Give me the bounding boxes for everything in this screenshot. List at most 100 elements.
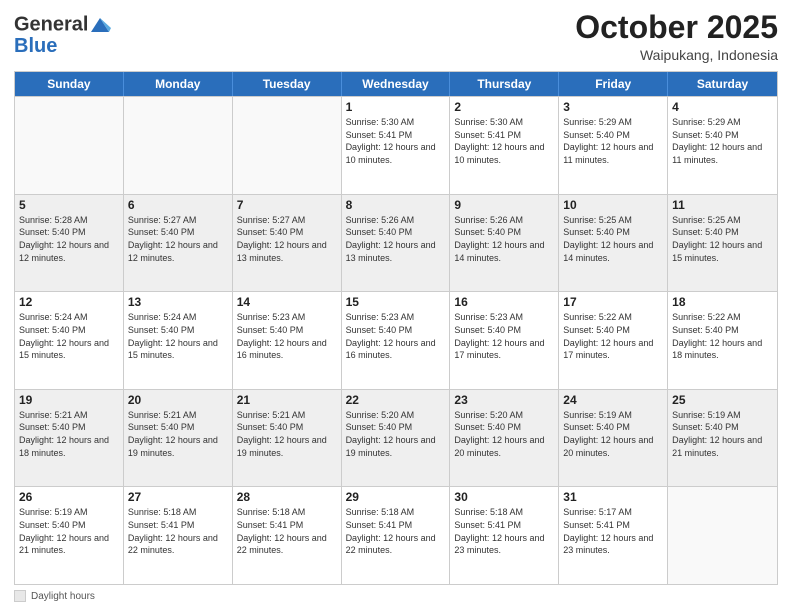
cell-info: Sunrise: 5:24 AM Sunset: 5:40 PM Dayligh… [128, 311, 228, 361]
header-thursday: Thursday [450, 72, 559, 96]
calendar-cell: 27Sunrise: 5:18 AM Sunset: 5:41 PM Dayli… [124, 487, 233, 584]
calendar-cell: 23Sunrise: 5:20 AM Sunset: 5:40 PM Dayli… [450, 390, 559, 487]
calendar-cell: 3 Sunrise: 5:29 AM Sunset: 5:40 PM Daylig… [559, 97, 668, 194]
calendar-header: Sunday Monday Tuesday Wednesday Thursday… [15, 72, 777, 96]
day-number: 23 [454, 393, 554, 407]
calendar-cell [233, 97, 342, 194]
cell-info: Sunrise: 5:29 AM Sunset: 5:40 PM Dayligh… [563, 116, 663, 166]
cell-info: Sunrise: 5:23 AM Sunset: 5:40 PM Dayligh… [454, 311, 554, 361]
cell-info: Sunrise: 5:19 AM Sunset: 5:40 PM Dayligh… [19, 506, 119, 556]
title-block: October 2025 Waipukang, Indonesia [575, 10, 778, 63]
day-number: 7 [237, 198, 337, 212]
cell-info: Sunrise: 5:26 AM Sunset: 5:40 PM Dayligh… [454, 214, 554, 264]
page: General Blue October 2025 Waipukang, Ind… [0, 0, 792, 612]
header-tuesday: Tuesday [233, 72, 342, 96]
month-title: October 2025 [575, 10, 778, 45]
calendar-cell: 22 Sunrise: 5:20 AM Sunset: 5:40 PM Dayli… [342, 390, 451, 487]
day-number: 5 [19, 198, 119, 212]
location: Waipukang, Indonesia [575, 47, 778, 63]
calendar-cell: 14 Sunrise: 5:23 AM Sunset: 5:40 PM Dayli… [233, 292, 342, 389]
cell-info: Sunrise: 5:21 AM Sunset: 5:40 PM Dayligh… [128, 409, 228, 459]
calendar: Sunday Monday Tuesday Wednesday Thursday… [14, 71, 778, 585]
day-number: 10 [563, 198, 663, 212]
calendar-cell: 4 Sunrise: 5:29 AM Sunset: 5:40 PM Daylig… [668, 97, 777, 194]
cell-info: Sunrise: 5:17 AM Sunset: 5:41 PM Dayligh… [563, 506, 663, 556]
calendar-cell: 21Sunrise: 5:21 AM Sunset: 5:40 PM Dayli… [233, 390, 342, 487]
day-number: 9 [454, 198, 554, 212]
cell-info: Sunrise: 5:30 AM Sunset: 5:41 PM Dayligh… [346, 116, 446, 166]
cell-info: Sunrise: 5:29 AM Sunset: 5:40 PM Dayligh… [672, 116, 773, 166]
logo: General Blue [14, 14, 112, 57]
day-number: 19 [19, 393, 119, 407]
day-number: 8 [346, 198, 446, 212]
header-monday: Monday [124, 72, 233, 96]
day-number: 20 [128, 393, 228, 407]
day-number: 11 [672, 198, 773, 212]
day-number: 2 [454, 100, 554, 114]
daylight-legend-dot [14, 590, 26, 602]
day-number: 16 [454, 295, 554, 309]
cell-info: Sunrise: 5:22 AM Sunset: 5:40 PM Dayligh… [672, 311, 773, 361]
calendar-cell: 29Sunrise: 5:18 AM Sunset: 5:41 PM Dayli… [342, 487, 451, 584]
day-number: 17 [563, 295, 663, 309]
calendar-row-3: 12Sunrise: 5:24 AM Sunset: 5:40 PM Dayli… [15, 291, 777, 389]
cell-info: Sunrise: 5:26 AM Sunset: 5:40 PM Dayligh… [346, 214, 446, 264]
calendar-cell: 12Sunrise: 5:24 AM Sunset: 5:40 PM Dayli… [15, 292, 124, 389]
calendar-cell: 15Sunrise: 5:23 AM Sunset: 5:40 PM Dayli… [342, 292, 451, 389]
calendar-cell: 26 Sunrise: 5:19 AM Sunset: 5:40 PM Dayli… [15, 487, 124, 584]
calendar-cell: 19Sunrise: 5:21 AM Sunset: 5:40 PM Dayli… [15, 390, 124, 487]
logo-icon [89, 14, 111, 36]
calendar-cell: 2 Sunrise: 5:30 AM Sunset: 5:41 PM Daylig… [450, 97, 559, 194]
day-number: 31 [563, 490, 663, 504]
cell-info: Sunrise: 5:24 AM Sunset: 5:40 PM Dayligh… [19, 311, 119, 361]
day-number: 28 [237, 490, 337, 504]
calendar-cell [124, 97, 233, 194]
calendar-cell: 11 Sunrise: 5:25 AM Sunset: 5:40 PM Dayli… [668, 195, 777, 292]
cell-info: Sunrise: 5:20 AM Sunset: 5:40 PM Dayligh… [346, 409, 446, 459]
day-number: 18 [672, 295, 773, 309]
day-number: 30 [454, 490, 554, 504]
cell-info: Sunrise: 5:18 AM Sunset: 5:41 PM Dayligh… [237, 506, 337, 556]
calendar-cell: 10Sunrise: 5:25 AM Sunset: 5:40 PM Dayli… [559, 195, 668, 292]
cell-info: Sunrise: 5:25 AM Sunset: 5:40 PM Dayligh… [672, 214, 773, 264]
day-number: 26 [19, 490, 119, 504]
logo-blue: Blue [14, 36, 112, 57]
day-number: 6 [128, 198, 228, 212]
calendar-cell: 28 Sunrise: 5:18 AM Sunset: 5:41 PM Dayli… [233, 487, 342, 584]
calendar-cell: 20 Sunrise: 5:21 AM Sunset: 5:40 PM Dayli… [124, 390, 233, 487]
calendar-row-4: 19 Sunrise: 5:21 AM Sunset: 5:40 PM Dayli… [15, 389, 777, 487]
header-friday: Friday [559, 72, 668, 96]
day-number: 13 [128, 295, 228, 309]
calendar-cell: 30 Sunrise: 5:18 AM Sunset: 5:41 PM Dayli… [450, 487, 559, 584]
header-sunday: Sunday [15, 72, 124, 96]
calendar-row-5: 26 Sunrise: 5:19 AM Sunset: 5:40 PM Dayli… [15, 486, 777, 584]
calendar-cell: 9 Sunrise: 5:26 AM Sunset: 5:40 PM Daylig… [450, 195, 559, 292]
day-number: 27 [128, 490, 228, 504]
calendar-cell: 1Sunrise: 5:30 AM Sunset: 5:41 PM Daylig… [342, 97, 451, 194]
cell-info: Sunrise: 5:19 AM Sunset: 5:40 PM Dayligh… [563, 409, 663, 459]
calendar-cell: 24Sunrise: 5:19 AM Sunset: 5:40 PM Dayli… [559, 390, 668, 487]
cell-info: Sunrise: 5:18 AM Sunset: 5:41 PM Dayligh… [346, 506, 446, 556]
header-saturday: Saturday [668, 72, 777, 96]
cell-info: Sunrise: 5:27 AM Sunset: 5:40 PM Dayligh… [237, 214, 337, 264]
calendar-cell: 31 Sunrise: 5:17 AM Sunset: 5:41 PM Dayli… [559, 487, 668, 584]
day-number: 25 [672, 393, 773, 407]
day-number: 14 [237, 295, 337, 309]
cell-info: Sunrise: 5:18 AM Sunset: 5:41 PM Dayligh… [454, 506, 554, 556]
day-number: 3 [563, 100, 663, 114]
calendar-cell [15, 97, 124, 194]
calendar-cell: 7 Sunrise: 5:27 AM Sunset: 5:40 PM Daylig… [233, 195, 342, 292]
day-number: 4 [672, 100, 773, 114]
logo-general: General [14, 13, 88, 35]
cell-info: Sunrise: 5:30 AM Sunset: 5:41 PM Dayligh… [454, 116, 554, 166]
footer: Daylight hours [14, 590, 778, 602]
cell-info: Sunrise: 5:19 AM Sunset: 5:40 PM Dayligh… [672, 409, 773, 459]
cell-info: Sunrise: 5:23 AM Sunset: 5:40 PM Dayligh… [237, 311, 337, 361]
cell-info: Sunrise: 5:28 AM Sunset: 5:40 PM Dayligh… [19, 214, 119, 264]
calendar-cell: 18 Sunrise: 5:22 AM Sunset: 5:40 PM Dayli… [668, 292, 777, 389]
calendar-cell: 16 Sunrise: 5:23 AM Sunset: 5:40 PM Dayli… [450, 292, 559, 389]
day-number: 21 [237, 393, 337, 407]
calendar-row-2: 5 Sunrise: 5:28 AM Sunset: 5:40 PM Daylig… [15, 194, 777, 292]
day-number: 22 [346, 393, 446, 407]
cell-info: Sunrise: 5:27 AM Sunset: 5:40 PM Dayligh… [128, 214, 228, 264]
